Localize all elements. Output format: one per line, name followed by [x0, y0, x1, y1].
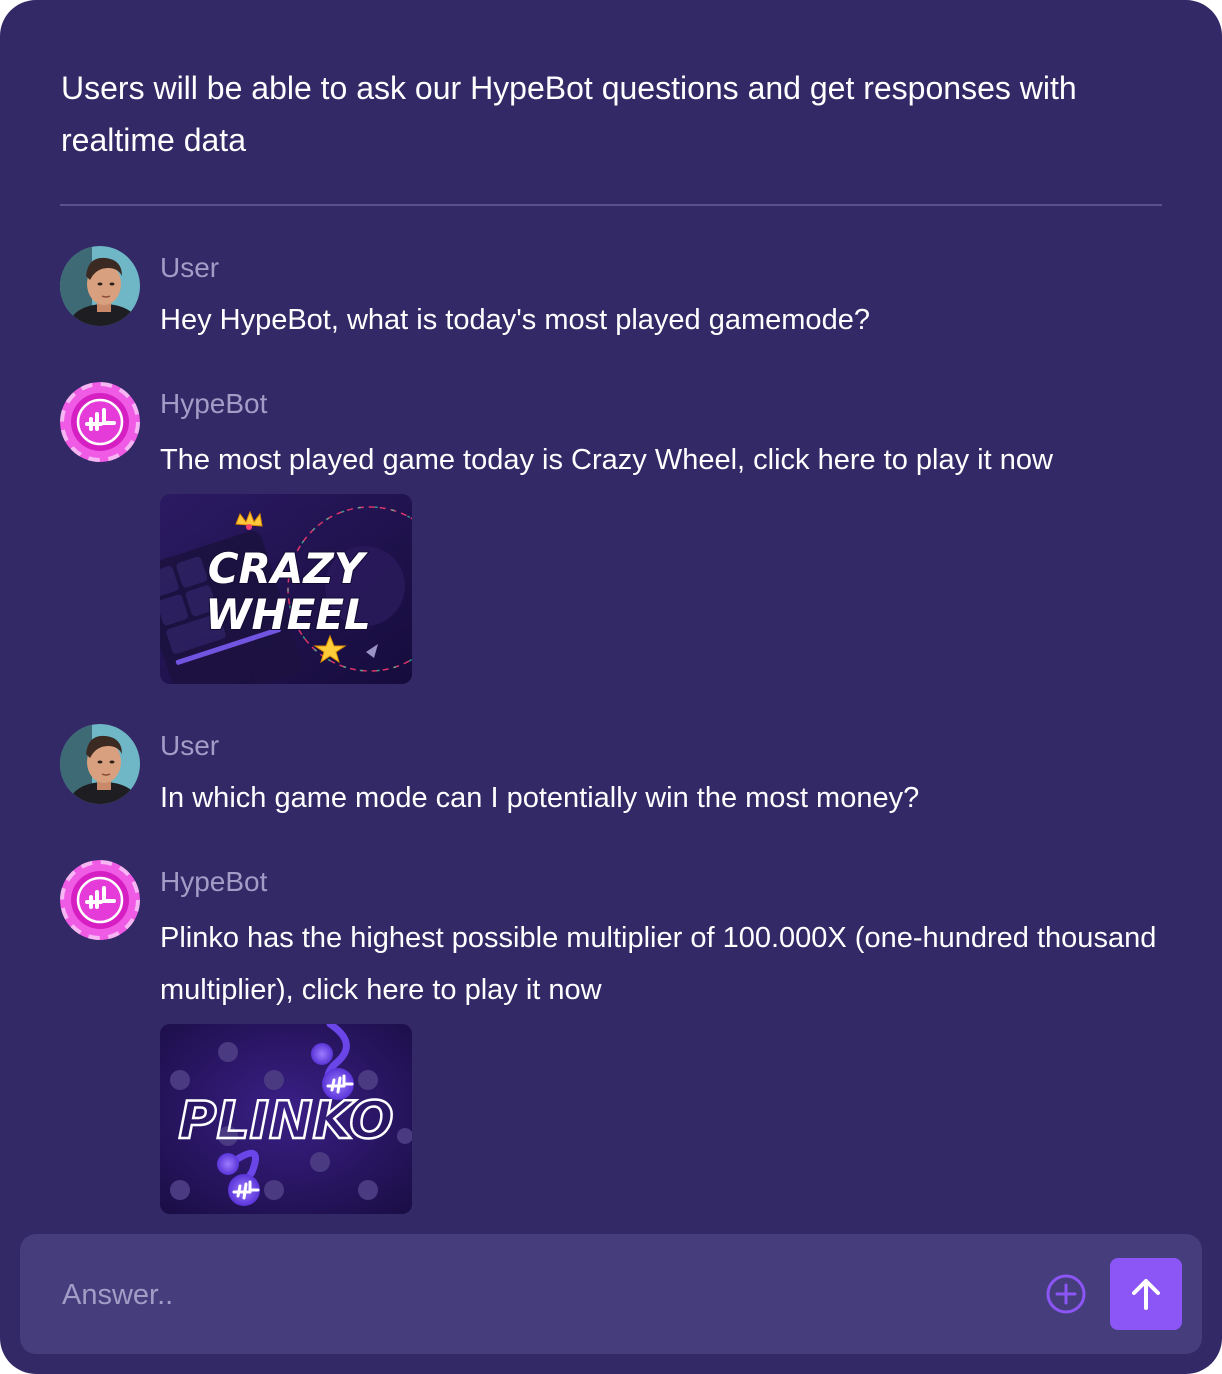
- chat-message-bot: HypeBot The most played game today is Cr…: [60, 382, 1170, 686]
- arrow-up-icon: [1132, 1279, 1160, 1310]
- chat-card: Users will be able to ask our HypeBot qu…: [0, 0, 1222, 1374]
- sender-name: User: [160, 252, 220, 283]
- crazy-wheel-thumbnail[interactable]: CRAZY WHEEL: [160, 494, 412, 684]
- hypebot-avatar: [60, 382, 140, 462]
- intro-text: Users will be able to ask our HypeBot qu…: [61, 70, 1077, 158]
- plinko-title: PLINKO: [178, 1091, 393, 1151]
- sender-name: HypeBot: [160, 388, 268, 419]
- answer-input[interactable]: [60, 1270, 1024, 1320]
- message-text: Plinko has the highest possible multipli…: [160, 922, 1157, 1006]
- chat-message-bot: HypeBot Plinko has the highest possible …: [60, 860, 1170, 1220]
- crazy-wheel-title-line1: CRAZY: [208, 544, 368, 593]
- chat-message-user: User In which game mode can I potentiall…: [60, 724, 1170, 824]
- plinko-thumbnail[interactable]: PLINKO: [160, 1024, 412, 1214]
- chat-message-user: User Hey HypeBot, what is today's most p…: [60, 246, 1170, 346]
- hypebot-avatar: [60, 860, 140, 940]
- sender-name: User: [160, 730, 220, 761]
- composer-bar: [20, 1234, 1202, 1354]
- divider: [60, 204, 1162, 206]
- message-text: Hey HypeBot, what is today's most played…: [160, 304, 870, 336]
- user-avatar: [60, 724, 140, 804]
- message-text: The most played game today is Crazy Whee…: [160, 444, 1053, 476]
- message-text: In which game mode can I potentially win…: [160, 782, 920, 814]
- sender-name: HypeBot: [160, 866, 268, 897]
- user-avatar: [60, 246, 140, 326]
- send-button[interactable]: [1110, 1258, 1182, 1330]
- plus-circle-icon[interactable]: [1045, 1273, 1087, 1315]
- crazy-wheel-title-line2: WHEEL: [205, 590, 371, 639]
